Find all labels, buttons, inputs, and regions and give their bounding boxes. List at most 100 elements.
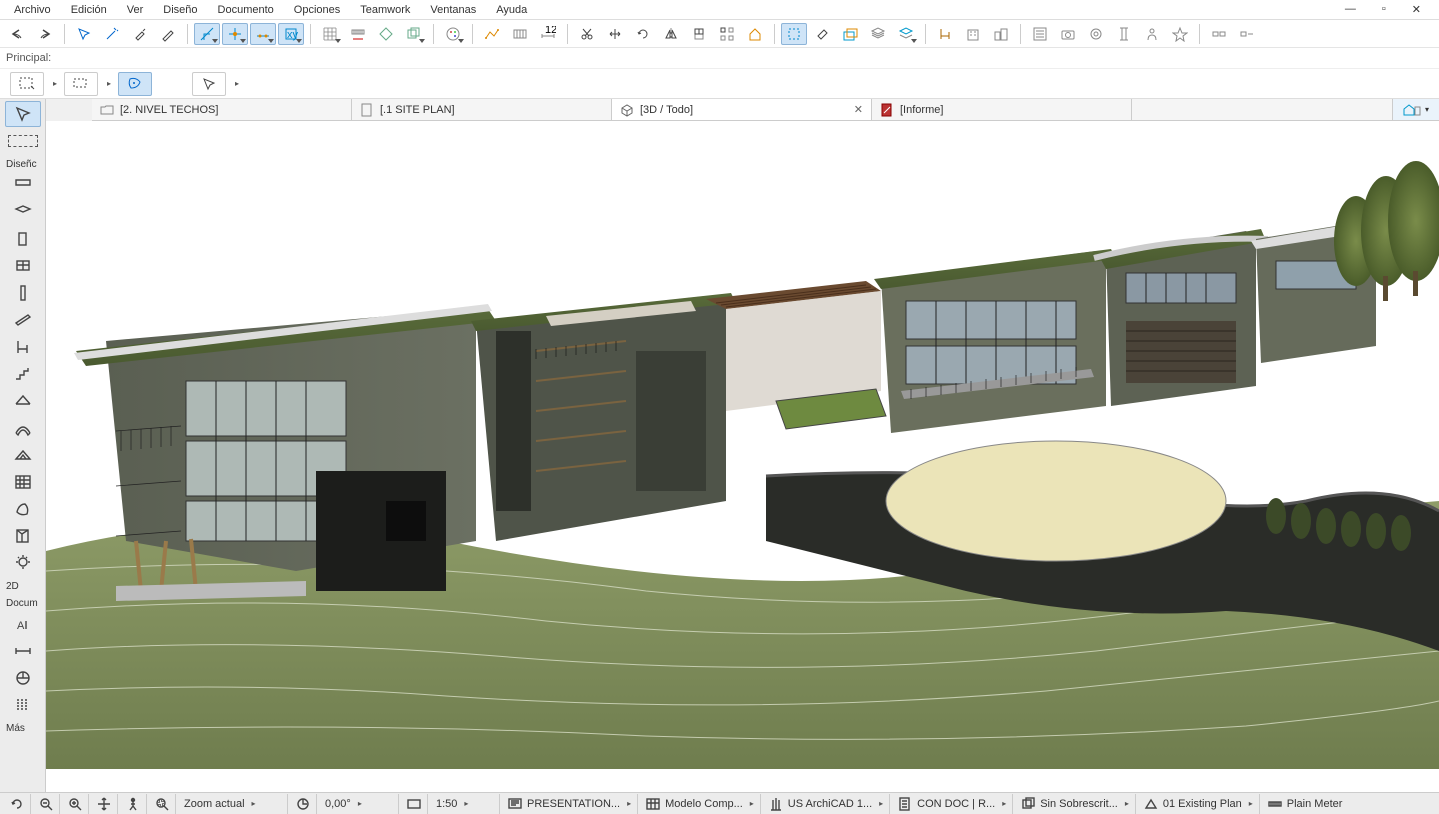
object-tool[interactable] <box>5 334 41 360</box>
pan-button[interactable] <box>91 794 118 814</box>
buildings-icon[interactable] <box>988 23 1014 45</box>
marquee-3d-button[interactable] <box>781 23 807 45</box>
measure-chain-icon[interactable] <box>479 23 505 45</box>
window-tool[interactable] <box>5 253 41 279</box>
ruler-icon[interactable] <box>345 23 371 45</box>
radial-dim-tool[interactable] <box>5 665 41 691</box>
dimension-tool[interactable] <box>5 638 41 664</box>
arrow-mode-dropdown[interactable]: ▸ <box>232 79 242 88</box>
3d-viewport[interactable] <box>46 121 1439 792</box>
menu-ver[interactable]: Ver <box>117 2 154 18</box>
move-icon[interactable] <box>602 23 628 45</box>
close-icon[interactable]: ✕ <box>1402 1 1431 18</box>
library-dropdown[interactable]: US ArchiCAD 1...▸ <box>763 794 890 814</box>
slab-tool[interactable] <box>5 199 41 225</box>
magic-wand-icon[interactable] <box>99 23 125 45</box>
marquee-mode-dropdown[interactable]: ▸ <box>50 79 60 88</box>
column-icon[interactable] <box>1111 23 1137 45</box>
maximize-icon[interactable]: ▫ <box>1372 1 1396 18</box>
menu-edicion[interactable]: Edición <box>61 2 117 18</box>
rotate-icon[interactable] <box>630 23 656 45</box>
eraser-icon[interactable] <box>809 23 835 45</box>
tab-informe[interactable]: [Informe] <box>872 99 1132 120</box>
rotate-view-button[interactable] <box>4 794 31 814</box>
snap-point-button[interactable] <box>250 23 276 45</box>
measure-text-icon[interactable]: 12 <box>535 23 561 45</box>
quick-select-button[interactable] <box>118 72 152 96</box>
layers-manage-icon[interactable] <box>893 23 919 45</box>
tab-nivel-techos[interactable]: [2. NIVEL TECHOS] <box>92 99 352 120</box>
angle-value[interactable]: 0,00°▸ <box>319 794 399 814</box>
screen-button[interactable] <box>401 794 428 814</box>
roof-tool[interactable] <box>5 388 41 414</box>
close-tab-icon[interactable]: ✕ <box>854 103 863 116</box>
home-icon[interactable] <box>742 23 768 45</box>
array-icon[interactable] <box>714 23 740 45</box>
lasso-mode-dropdown[interactable]: ▸ <box>104 79 114 88</box>
menu-ventanas[interactable]: Ventanas <box>420 2 486 18</box>
snap-guide-button[interactable] <box>194 23 220 45</box>
marquee-tool[interactable] <box>5 128 41 154</box>
undo-button[interactable] <box>4 23 30 45</box>
chair-icon[interactable] <box>932 23 958 45</box>
brush-icon[interactable] <box>155 23 181 45</box>
diamond-icon[interactable] <box>373 23 399 45</box>
zoom-in-button[interactable] <box>62 794 89 814</box>
curtainwall-tool[interactable] <box>5 469 41 495</box>
zoom-out-button[interactable] <box>33 794 60 814</box>
trace-icon[interactable] <box>837 23 863 45</box>
snap-intersection-button[interactable] <box>222 23 248 45</box>
model-view-dropdown[interactable]: Modelo Comp...▸ <box>640 794 761 814</box>
grid-toggle-button[interactable] <box>317 23 343 45</box>
fill-tool[interactable] <box>5 692 41 718</box>
layers-icon[interactable] <box>401 23 427 45</box>
meter-dropdown[interactable]: Plain Meter <box>1262 794 1362 814</box>
walk-button[interactable] <box>120 794 147 814</box>
column-tool[interactable] <box>5 280 41 306</box>
menu-archivo[interactable]: Archivo <box>4 2 61 18</box>
zoom-label[interactable]: Zoom actual▸ <box>178 794 288 814</box>
marquee-mode-button[interactable] <box>10 72 44 96</box>
arrow-tool[interactable] <box>5 101 41 127</box>
cut-icon[interactable] <box>574 23 600 45</box>
door-tool[interactable] <box>5 226 41 252</box>
lamp-tool[interactable] <box>5 550 41 576</box>
menu-documento[interactable]: Documento <box>208 2 284 18</box>
tab-3d-todo[interactable]: [3D / Todo] ✕ <box>612 99 872 120</box>
menu-ayuda[interactable]: Ayuda <box>486 2 537 18</box>
zone-tool[interactable] <box>5 523 41 549</box>
target-camera-icon[interactable] <box>1083 23 1109 45</box>
override-dropdown[interactable]: Sin Sobrescrit...▸ <box>1015 794 1136 814</box>
checklist-icon[interactable] <box>1027 23 1053 45</box>
tab-overview-button[interactable]: ▾ <box>1392 99 1439 120</box>
mirror-icon[interactable] <box>658 23 684 45</box>
scale-value[interactable]: 1:50▸ <box>430 794 500 814</box>
presentation-dropdown[interactable]: PRESENTATION...▸ <box>502 794 638 814</box>
camera-icon[interactable] <box>1055 23 1081 45</box>
menu-opciones[interactable]: Opciones <box>284 2 350 18</box>
orientation-button[interactable] <box>290 794 317 814</box>
dimension-settings-icon[interactable] <box>507 23 533 45</box>
condoc-dropdown[interactable]: CON DOC | R...▸ <box>892 794 1013 814</box>
lasso-mode-button[interactable] <box>64 72 98 96</box>
plan-dropdown[interactable]: 01 Existing Plan▸ <box>1138 794 1260 814</box>
arrow-mode-button[interactable] <box>192 72 226 96</box>
star-icon[interactable] <box>1167 23 1193 45</box>
skylight-tool[interactable] <box>5 442 41 468</box>
tab-site-plan[interactable]: [.1 SITE PLAN] <box>352 99 612 120</box>
person-icon[interactable] <box>1139 23 1165 45</box>
grid-snap-button[interactable]: xy <box>278 23 304 45</box>
palette-icon[interactable] <box>440 23 466 45</box>
fit-button[interactable] <box>149 794 176 814</box>
wall-segment-icon[interactable] <box>1206 23 1232 45</box>
text-tool[interactable]: A <box>5 611 41 637</box>
shell-tool[interactable] <box>5 415 41 441</box>
beam-tool[interactable] <box>5 307 41 333</box>
wall-tool[interactable] <box>5 172 41 198</box>
building-icon[interactable] <box>960 23 986 45</box>
morph-tool[interactable] <box>5 496 41 522</box>
minimize-icon[interactable]: — <box>1335 1 1366 18</box>
stair-tool[interactable] <box>5 361 41 387</box>
wall-end-icon[interactable] <box>1234 23 1260 45</box>
redo-button[interactable] <box>32 23 58 45</box>
